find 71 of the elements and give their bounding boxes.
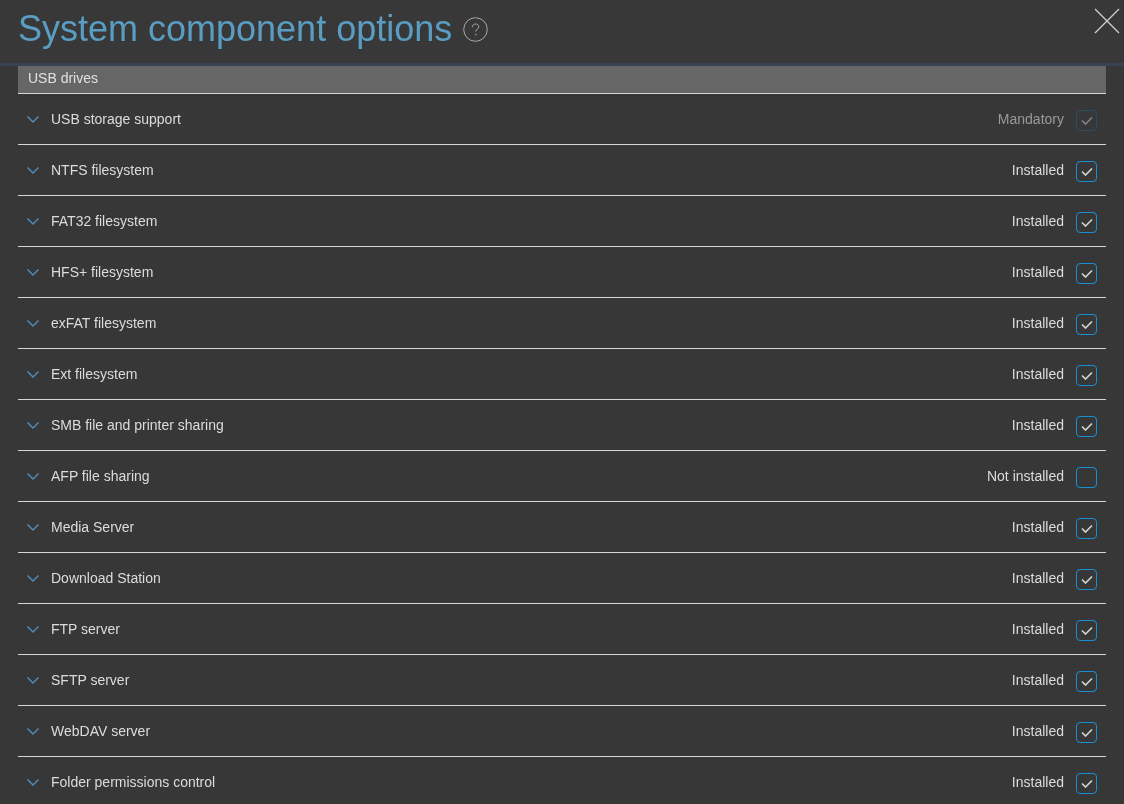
checkbox[interactable] (1076, 466, 1097, 488)
checkbox[interactable] (1076, 517, 1097, 539)
chevron-down-icon[interactable] (27, 421, 39, 429)
chevron-down-icon[interactable] (27, 727, 39, 735)
component-name: AFP file sharing (51, 466, 150, 486)
component-status: Not installed (986, 466, 1064, 486)
component-status: Installed (1011, 568, 1064, 588)
chevron-down-icon[interactable] (27, 370, 39, 378)
checkbox[interactable] (1076, 160, 1097, 182)
chevron-down-icon[interactable] (27, 625, 39, 633)
check-icon (1080, 421, 1093, 431)
component-name: exFAT filesystem (51, 313, 157, 333)
component-status: Mandatory (997, 109, 1064, 129)
component-name: Ext filesystem (51, 364, 138, 384)
component-name: FTP server (51, 619, 120, 639)
chevron-down-icon[interactable] (27, 676, 39, 684)
checkbox[interactable] (1076, 619, 1097, 641)
checkbox[interactable] (1076, 772, 1097, 794)
component-status: Installed (1011, 211, 1064, 231)
component-name: Media Server (51, 517, 135, 537)
component-status: Installed (1011, 721, 1064, 741)
section-title: USB drives (28, 70, 99, 86)
component-name: NTFS filesystem (51, 160, 154, 180)
chevron-down-icon[interactable] (27, 319, 39, 327)
checkbox[interactable] (1076, 568, 1097, 590)
check-icon (1080, 370, 1093, 380)
chevron-down-icon[interactable] (27, 523, 39, 531)
checkbox[interactable] (1076, 364, 1097, 386)
check-icon (1080, 268, 1093, 278)
component-name: SMB file and printer sharing (51, 415, 224, 435)
component-name: SFTP server (51, 670, 130, 690)
chevron-down-icon[interactable] (27, 472, 39, 480)
chevron-down-icon[interactable] (27, 574, 39, 582)
check-icon (1080, 115, 1093, 125)
check-icon (1080, 625, 1093, 635)
check-icon (1080, 523, 1093, 533)
checkbox[interactable] (1076, 670, 1097, 692)
component-status: Installed (1011, 415, 1064, 435)
component-status: Installed (1011, 670, 1064, 690)
component-name: Download Station (51, 568, 161, 588)
component-status: Installed (1011, 772, 1064, 792)
checkbox[interactable] (1076, 721, 1097, 743)
close-icon[interactable] (1094, 8, 1120, 34)
component-name: HFS+ filesystem (51, 262, 154, 282)
component-name: Folder permissions control (51, 772, 216, 792)
component-status: Installed (1011, 262, 1064, 282)
chevron-down-icon[interactable] (27, 166, 39, 174)
help-icon[interactable] (463, 17, 489, 42)
component-name: WebDAV server (51, 721, 151, 741)
check-icon (1080, 727, 1093, 737)
chevron-down-icon[interactable] (27, 217, 39, 225)
chevron-down-icon[interactable] (27, 778, 39, 786)
component-name: FAT32 filesystem (51, 211, 158, 231)
checkbox[interactable] (1076, 313, 1097, 335)
checkbox[interactable] (1076, 415, 1097, 437)
check-icon (1080, 676, 1093, 686)
check-icon (1080, 217, 1093, 227)
dialog-title: System component options (18, 7, 453, 50)
component-name: USB storage support (51, 109, 181, 129)
check-icon (1080, 574, 1093, 584)
checkbox[interactable] (1076, 211, 1097, 233)
check-icon (1080, 319, 1093, 329)
chevron-down-icon[interactable] (27, 268, 39, 276)
check-icon (1080, 166, 1093, 176)
component-status: Installed (1011, 619, 1064, 639)
checkbox[interactable] (1076, 262, 1097, 284)
component-status: Installed (1011, 313, 1064, 333)
component-status: Installed (1011, 160, 1064, 180)
component-status: Installed (1011, 364, 1064, 384)
component-status: Installed (1011, 517, 1064, 537)
check-icon (1080, 778, 1093, 788)
